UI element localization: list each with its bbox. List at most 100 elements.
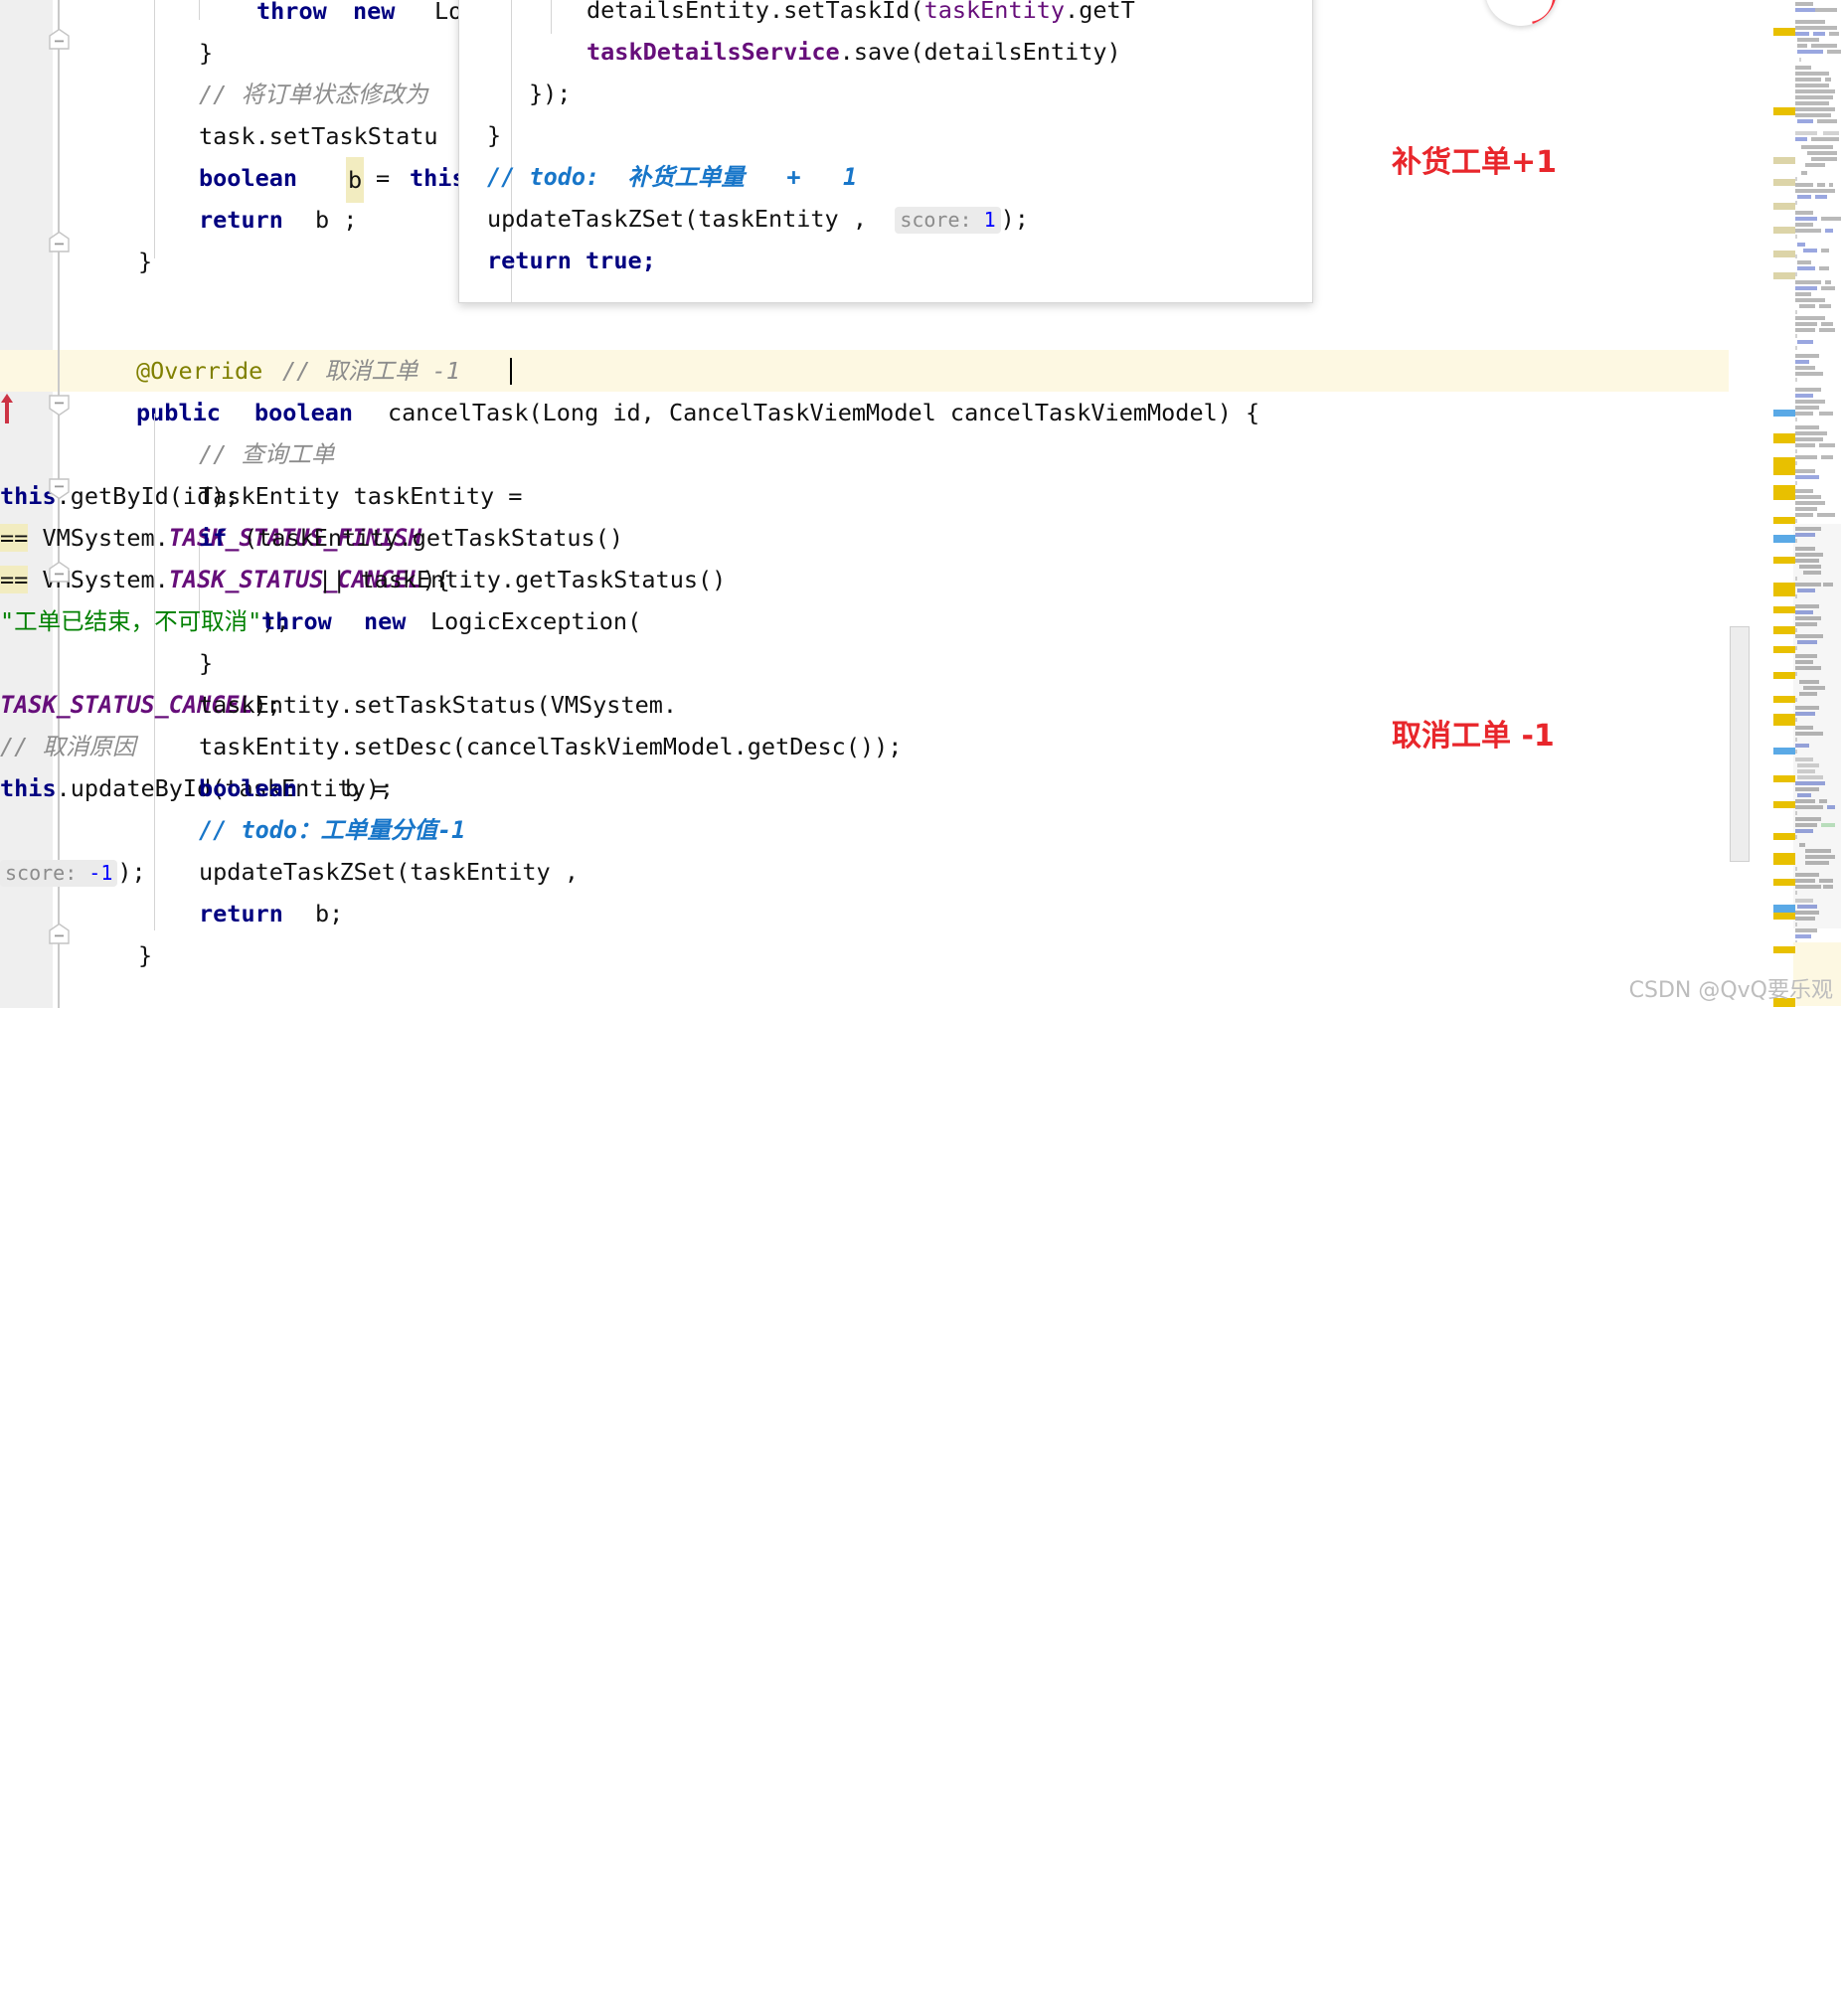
minimap-code-row <box>1797 243 1805 247</box>
fold-marker-collapse-1[interactable] <box>48 28 71 51</box>
fold-marker-collapse-2[interactable] <box>48 231 71 253</box>
code-editor[interactable]: throw new Lo } // 将订单状态修改为 task.setTaskSta… <box>0 0 1841 1008</box>
marker-stripe[interactable] <box>1773 517 1795 524</box>
marker-stripe[interactable] <box>1773 433 1795 440</box>
kw-if: if <box>199 524 228 552</box>
minimap-code-row <box>1795 66 1811 70</box>
minimap-code-row <box>1795 501 1825 505</box>
minimap-code-row <box>1795 412 1813 416</box>
marker-stripe[interactable] <box>1773 227 1795 234</box>
code-text-logicexception: LogicException( <box>430 607 642 635</box>
marker-stripe[interactable] <box>1773 272 1795 279</box>
minimap-code-row <box>1795 298 1825 302</box>
popup-text-gett: .getT <box>1065 0 1135 24</box>
code-minimap[interactable] <box>1793 0 1841 1008</box>
documentation-popup[interactable]: detailsEntity.setTaskId(taskEntity.getT … <box>458 0 1313 303</box>
comment-query-task: // 查询工单 <box>199 440 335 468</box>
minimap-code-row <box>1807 151 1837 155</box>
marker-stripe[interactable] <box>1773 179 1795 186</box>
code-line-close-method[interactable]: } <box>0 934 1779 976</box>
marker-stripe[interactable] <box>1773 588 1795 596</box>
code-line-return-b[interactable]: return b; <box>0 893 1779 934</box>
comment-cancel-task: // 取消工单 -1 <box>282 357 460 385</box>
code-line-override[interactable]: @Override // 取消工单 -1 <box>0 350 1779 392</box>
marker-stripe[interactable] <box>1773 28 1795 36</box>
marker-stripe[interactable] <box>1773 535 1795 543</box>
marker-stripe[interactable] <box>1773 557 1795 564</box>
minimap-code-row <box>1795 400 1825 404</box>
marker-stripe[interactable] <box>1773 696 1795 703</box>
fold-marker-expand-1[interactable] <box>48 394 71 417</box>
marker-stripe[interactable] <box>1773 626 1795 634</box>
marker-stripe[interactable] <box>1773 714 1795 726</box>
code-line-getbyid[interactable]: TaskEntity taskEntity = this.getById(id)… <box>0 475 1779 517</box>
marker-stripe[interactable] <box>1773 583 1795 589</box>
minimap-code-row <box>1795 394 1813 398</box>
code-text-taskentity-decl: TaskEntity taskEntity = <box>199 482 537 510</box>
fold-marker-expand-2[interactable] <box>48 477 71 500</box>
indent-guide <box>511 0 512 118</box>
marker-stripe[interactable] <box>1773 853 1795 865</box>
minimap-code-row <box>1799 304 1815 308</box>
text-caret <box>510 358 512 385</box>
marker-stripe[interactable] <box>1773 801 1795 808</box>
previous-error-arrow-icon[interactable] <box>0 394 14 423</box>
marker-stripe[interactable] <box>1773 905 1795 913</box>
code-line-zset-minus[interactable]: updateTaskZSet(taskEntity , score: -1); <box>0 851 1779 893</box>
marker-stripe[interactable] <box>1773 672 1795 679</box>
code-line-close-if[interactable]: } <box>0 642 1779 684</box>
code-line-if-finish[interactable]: if (taskEntity.getTaskStatus() == VMSyste… <box>0 517 1779 559</box>
brace-close-method: } <box>138 941 153 969</box>
fold-marker-collapse-3[interactable] <box>48 561 71 584</box>
editor-right-panel[interactable] <box>1730 0 1841 1008</box>
marker-stripe[interactable] <box>1773 775 1795 782</box>
marker-stripe[interactable] <box>1773 251 1795 257</box>
marker-stripe[interactable] <box>1773 410 1795 417</box>
minimap-viewport[interactable] <box>1730 626 1750 862</box>
marker-stripe[interactable] <box>1773 107 1795 115</box>
minimap-code-row <box>1815 195 1827 199</box>
marker-stripe[interactable] <box>1773 748 1795 755</box>
marker-stripe[interactable] <box>1773 467 1795 475</box>
popup-kw-return: return <box>487 247 572 274</box>
minimap-code-row <box>1817 183 1825 187</box>
minimap-code-row <box>1795 32 1809 36</box>
marker-stripe[interactable] <box>1773 913 1795 920</box>
minimap-code-row <box>1797 195 1811 199</box>
marker-stripe[interactable] <box>1773 879 1795 886</box>
minimap-code-row <box>1795 437 1823 441</box>
minimap-code-row <box>1795 449 1797 453</box>
minimap-code-row <box>1795 286 1817 290</box>
kw-public: public <box>136 399 221 426</box>
minimap-code-row <box>1797 38 1819 42</box>
code-line-update-byid[interactable]: boolean b = this.updateById(taskEntity); <box>0 767 1779 809</box>
popup-text-zset-call: updateTaskZSet(taskEntity , <box>487 205 896 233</box>
code-line-signature[interactable]: public boolean cancelTask(Long id, CancelT… <box>0 392 1779 433</box>
marker-stripe[interactable] <box>1773 493 1795 500</box>
minimap-code-row <box>1795 513 1813 517</box>
code-line-or-cancel[interactable]: || taskEntity.getTaskStatus() == VMSyste… <box>0 559 1779 600</box>
code-text-or-cond: || taskEntity.getTaskStatus() <box>318 566 741 593</box>
minimap-code-row <box>1795 107 1835 111</box>
fold-marker-collapse-4[interactable] <box>48 923 71 945</box>
assign-op: = <box>376 164 391 192</box>
code-line-todo-score[interactable]: // todo：工单量分值-1 <box>0 809 1779 851</box>
marker-stripe[interactable] <box>1773 946 1795 953</box>
marker-stripe[interactable] <box>1773 457 1795 464</box>
code-line-comment-query[interactable]: // 查询工单 <box>0 433 1779 475</box>
marker-stripe[interactable] <box>1773 646 1795 653</box>
marker-stripe[interactable] <box>1773 203 1795 210</box>
marker-stripe[interactable] <box>1773 833 1795 840</box>
popup-semicolon: ; <box>641 247 656 274</box>
marker-stripe[interactable] <box>1773 485 1795 493</box>
marker-stripe[interactable] <box>1773 606 1795 613</box>
popup-text-zset-close: ); <box>1000 205 1029 233</box>
minimap-code-row <box>1805 163 1825 167</box>
minimap-code-row <box>1801 145 1833 149</box>
code-text-set-status: taskEntity.setTaskStatus(VMSystem. <box>199 691 678 719</box>
comment-cancel-reason: // 取消原因 <box>0 733 136 760</box>
popup-line-close-lambda: }); <box>529 73 571 114</box>
marker-stripe[interactable] <box>1773 157 1795 164</box>
code-line-throw-exception[interactable]: throw new LogicException("工单已结束，不可取消"); <box>0 600 1779 642</box>
minimap-code-row <box>1795 254 1797 258</box>
